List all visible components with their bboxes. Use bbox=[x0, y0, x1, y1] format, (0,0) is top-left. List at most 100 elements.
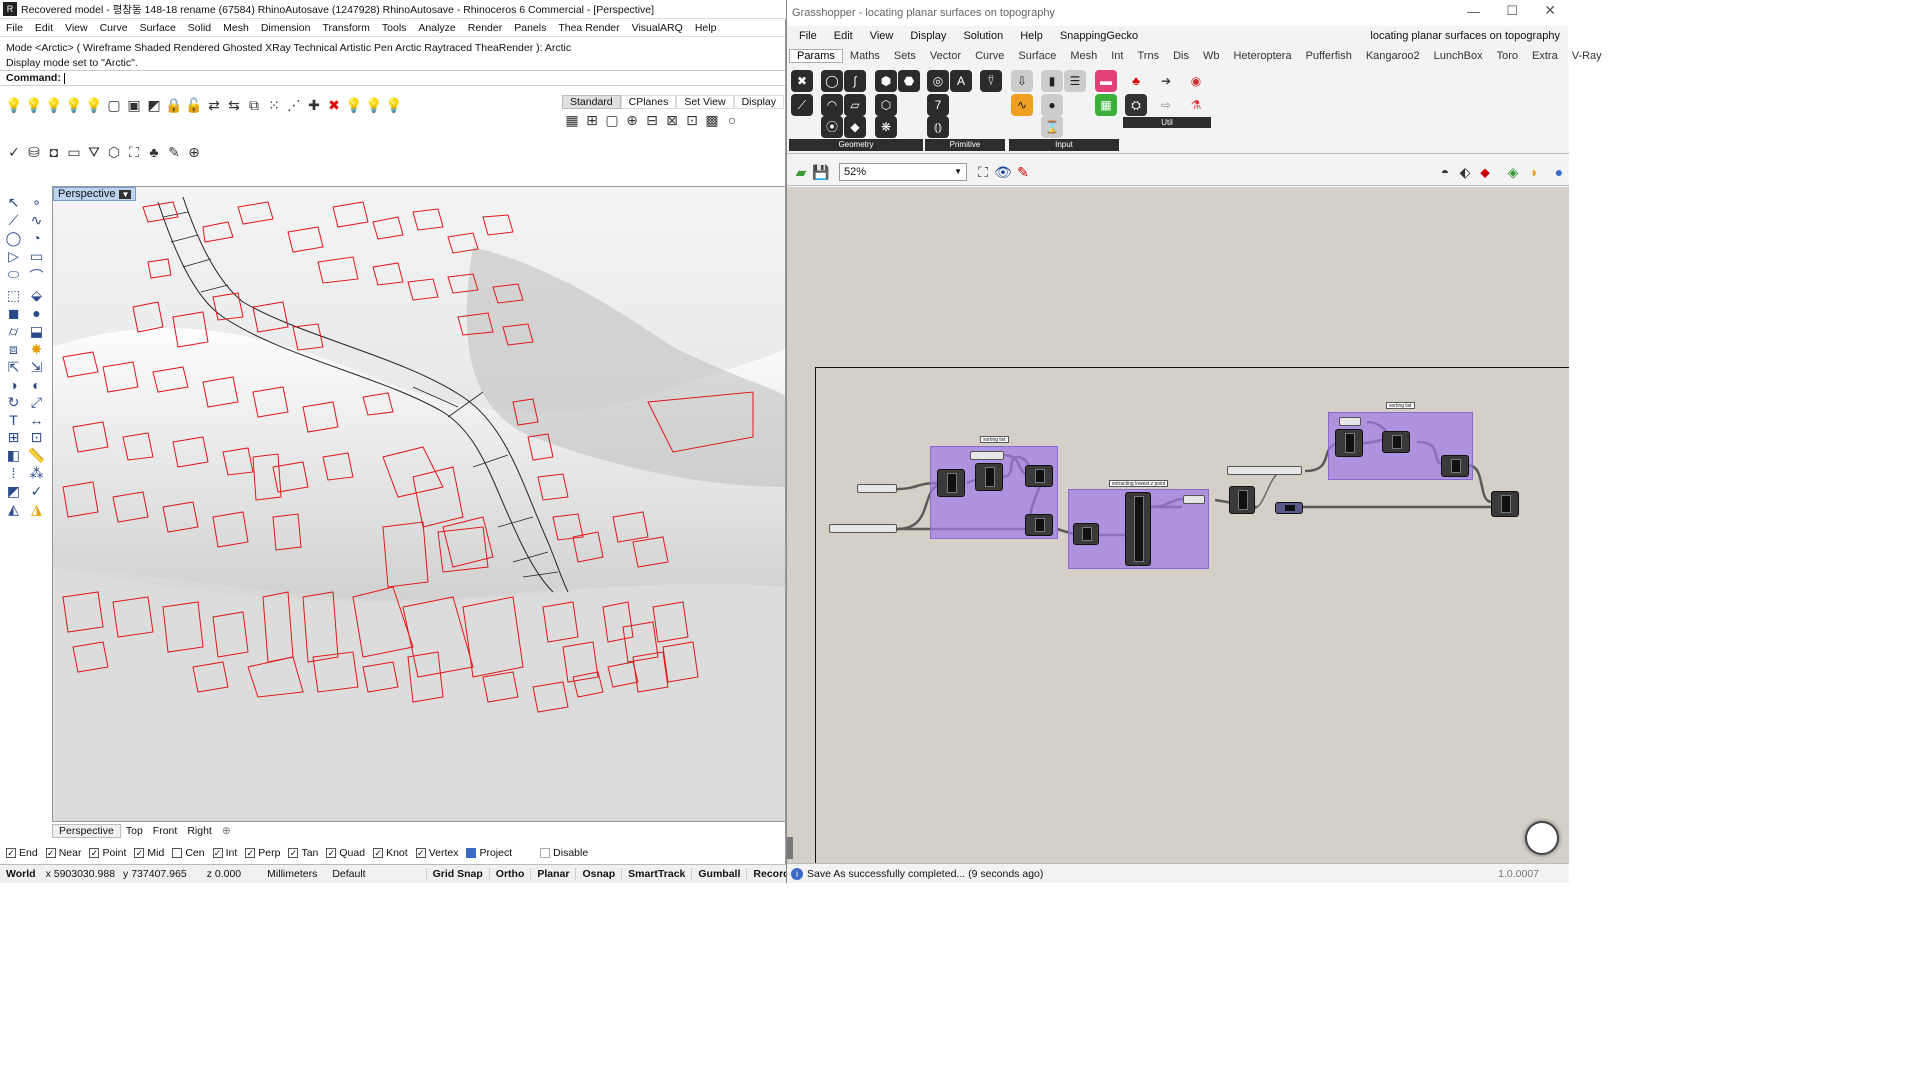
circle-icon[interactable]: ◯ bbox=[2, 230, 25, 247]
input-knob-icon[interactable]: ● bbox=[1041, 94, 1063, 116]
perspective-viewport[interactable]: Perspective ▼ bbox=[52, 186, 786, 822]
group-label-2[interactable]: extracting lowest z point bbox=[1109, 480, 1169, 487]
layer-hide-icon[interactable]: ⧉ bbox=[244, 95, 264, 115]
text-icon[interactable]: T bbox=[2, 412, 25, 428]
panel-label-util[interactable]: Util bbox=[1123, 117, 1211, 128]
four-viewports-icon[interactable]: ▦ bbox=[562, 110, 582, 130]
gh-tab-int[interactable]: Int bbox=[1104, 50, 1130, 62]
component-sort-list-2[interactable] bbox=[1335, 429, 1363, 457]
gh-tab-heteroptera[interactable]: Heteroptera bbox=[1226, 50, 1298, 62]
component-relay[interactable] bbox=[1275, 502, 1303, 514]
gh-tab-maths[interactable]: Maths bbox=[843, 50, 887, 62]
select-arrow-icon[interactable]: ↖ bbox=[2, 194, 25, 211]
maximize-icon[interactable]: ☐ bbox=[1506, 3, 1518, 19]
component-sort-z[interactable] bbox=[1125, 492, 1151, 566]
light-bulb-select-icon[interactable]: 💡 bbox=[64, 95, 84, 115]
util-cherry-icon[interactable]: ♣ bbox=[1125, 70, 1147, 92]
sphere-icon[interactable]: ○ bbox=[722, 110, 742, 130]
preview-wire-icon[interactable]: ⬖ bbox=[1455, 162, 1475, 182]
unlock-selected-icon[interactable]: ⇆ bbox=[224, 95, 244, 115]
status-mode-smarttrack[interactable]: SmartTrack bbox=[621, 868, 691, 880]
param-brep-icon[interactable]: ⬣ bbox=[898, 70, 920, 92]
paint-icon[interactable]: ✎ bbox=[164, 142, 184, 162]
input-swatch-icon[interactable]: ▦ bbox=[1095, 94, 1117, 116]
menu-item-transform[interactable]: Transform bbox=[316, 22, 375, 34]
light-bulb-swap-icon[interactable]: 💡 bbox=[84, 95, 104, 115]
single-viewport-icon[interactable]: ▢ bbox=[602, 110, 622, 130]
preview-off-icon[interactable]: ◓ bbox=[1435, 162, 1455, 182]
gh-tab-toro[interactable]: Toro bbox=[1490, 50, 1525, 62]
toolbar-tab[interactable]: Set View bbox=[676, 95, 734, 109]
dimension-icon[interactable]: ↔ bbox=[25, 412, 48, 428]
render-yellow-icon[interactable]: ◮ bbox=[25, 501, 48, 518]
layer-indicator[interactable]: Default bbox=[332, 868, 425, 880]
component-final[interactable] bbox=[1491, 491, 1519, 517]
grid-icon[interactable]: ▩ bbox=[702, 110, 722, 130]
command-line[interactable]: Command: bbox=[0, 70, 785, 86]
menu-item-dimension[interactable]: Dimension bbox=[255, 22, 317, 34]
param-geometry-icon[interactable]: ✖ bbox=[791, 70, 813, 92]
menu-item-help[interactable]: Help bbox=[689, 22, 723, 34]
osnap-point[interactable]: ✓ Point bbox=[89, 847, 126, 859]
menu-item-thea-render[interactable]: Thea Render bbox=[552, 22, 625, 34]
input-slider-icon[interactable]: ▮ bbox=[1041, 70, 1063, 92]
component-area[interactable] bbox=[1025, 514, 1053, 536]
gh-tab-wb[interactable]: Wb bbox=[1196, 50, 1227, 62]
minimize-icon[interactable]: — bbox=[1467, 4, 1480, 19]
component-list-item[interactable] bbox=[975, 463, 1003, 491]
osnap-int[interactable]: ✓ Int bbox=[212, 847, 237, 859]
input-param-3[interactable] bbox=[1227, 466, 1302, 475]
gh-tab-curve[interactable]: Curve bbox=[968, 50, 1011, 62]
osnap-end[interactable]: ✓ End bbox=[6, 847, 38, 859]
array-icon[interactable]: ⁞ bbox=[2, 465, 25, 482]
param-arc-icon[interactable]: ◠ bbox=[821, 94, 843, 116]
input-colour-icon[interactable]: ▬ bbox=[1095, 70, 1117, 92]
menu-item-solid[interactable]: Solid bbox=[182, 22, 217, 34]
target-icon[interactable]: ⊕ bbox=[184, 142, 204, 162]
util-pipe-icon[interactable]: ◉ bbox=[1185, 70, 1207, 92]
check-mark-icon[interactable]: ✓ bbox=[25, 483, 48, 500]
panel-param-2[interactable] bbox=[1339, 417, 1361, 426]
show-icon[interactable]: ▣ bbox=[124, 95, 144, 115]
gh-tab-sets[interactable]: Sets bbox=[887, 50, 923, 62]
hide-icon[interactable]: ▢ bbox=[104, 95, 124, 115]
cylinder-icon[interactable]: ⌭ bbox=[2, 323, 25, 340]
osnap-knot[interactable]: ✓ Knot bbox=[373, 847, 408, 859]
osnap-disable[interactable]: Disable bbox=[540, 847, 588, 859]
gh-tab-params[interactable]: Params bbox=[789, 48, 843, 63]
point-icon[interactable]: ∘ bbox=[25, 194, 48, 211]
component-output-3[interactable] bbox=[1441, 455, 1469, 477]
util-flask-icon[interactable]: ⚗ bbox=[1185, 94, 1207, 116]
param-integer-icon[interactable]: 7 bbox=[927, 94, 949, 116]
status-mode-ortho[interactable]: Ortho bbox=[488, 868, 531, 880]
gh-tab-mesh[interactable]: Mesh bbox=[1063, 50, 1104, 62]
solid-tools-icon[interactable]: ◧ bbox=[2, 447, 25, 464]
radial-menu-icon[interactable] bbox=[1525, 821, 1559, 855]
menu-item-edit[interactable]: Edit bbox=[29, 22, 59, 34]
gh-tab-surface[interactable]: Surface bbox=[1011, 50, 1063, 62]
explode-icon[interactable]: ✸ bbox=[25, 341, 48, 358]
surface-icon[interactable]: ⬚ bbox=[2, 287, 25, 304]
light-icon[interactable]: 💡 bbox=[344, 95, 364, 115]
polygon-icon[interactable]: ▷ bbox=[2, 248, 25, 265]
viewport-tab-perspective[interactable]: Perspective bbox=[52, 824, 121, 838]
gh-menu-item-solution[interactable]: Solution bbox=[955, 30, 1012, 42]
input-list-icon[interactable]: ☰ bbox=[1064, 70, 1086, 92]
sketch-icon[interactable]: ✎ bbox=[1013, 162, 1033, 182]
plant-icon[interactable]: ♣ bbox=[144, 142, 164, 162]
save-file-icon[interactable]: 💾 bbox=[811, 162, 831, 182]
close-icon[interactable]: ✕ bbox=[1544, 2, 1556, 19]
gh-menu-item-help[interactable]: Help bbox=[1012, 30, 1052, 42]
unlock-icon[interactable]: 🔓 bbox=[184, 95, 204, 115]
menu-item-mesh[interactable]: Mesh bbox=[217, 22, 255, 34]
util-arrow-icon[interactable]: ➔ bbox=[1155, 70, 1177, 92]
panel-param[interactable] bbox=[970, 451, 1004, 460]
param-box-icon[interactable]: ⬢ bbox=[875, 70, 897, 92]
preview-mesh-icon[interactable]: ◑ bbox=[1523, 162, 1543, 182]
gh-tab-lunchbox[interactable]: LunchBox bbox=[1427, 50, 1490, 62]
arc-icon[interactable]: ◔ bbox=[25, 230, 48, 247]
menu-item-view[interactable]: View bbox=[59, 22, 94, 34]
gh-tab-dis[interactable]: Dis bbox=[1166, 50, 1196, 62]
render-window-icon[interactable]: ▭ bbox=[64, 142, 84, 162]
output-param[interactable] bbox=[1183, 495, 1205, 504]
